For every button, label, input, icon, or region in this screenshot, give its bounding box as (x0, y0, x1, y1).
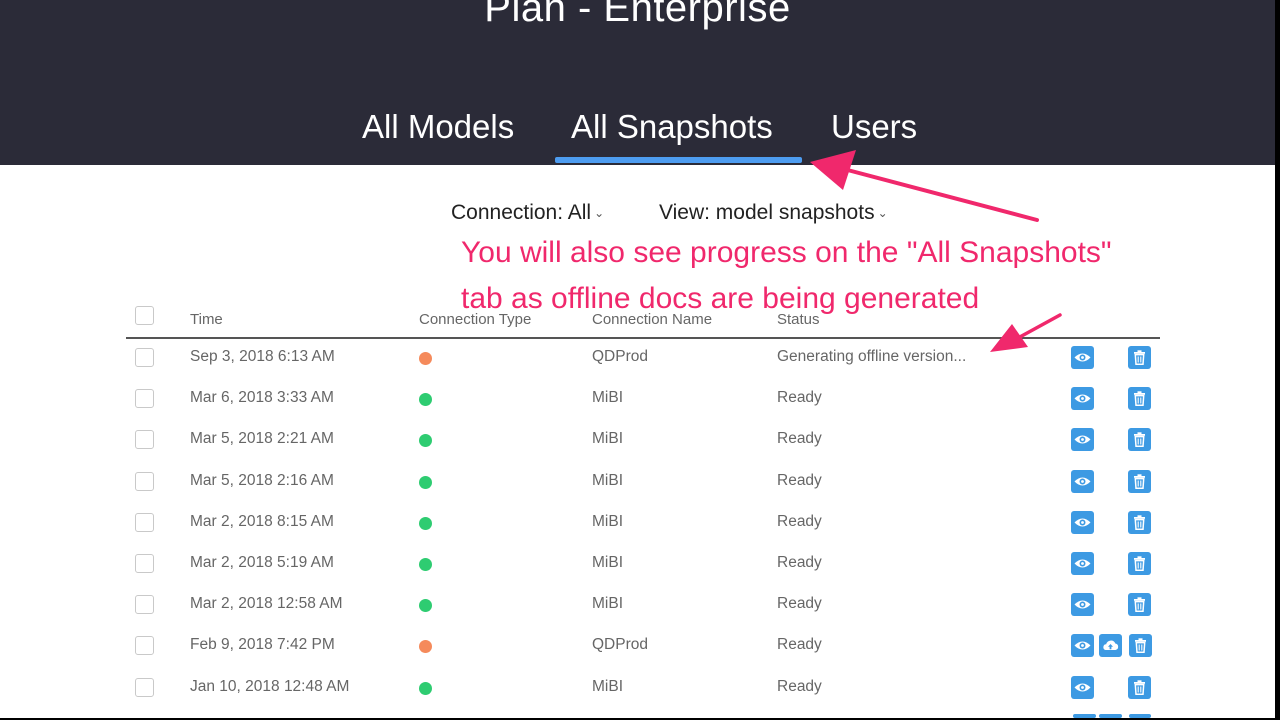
connection-filter-dropdown[interactable]: Connection: All ⌄ (451, 201, 604, 225)
table-row[interactable]: Feb 9, 2018 7:42 PM QDProd Ready (0, 625, 1275, 666)
cloud-upload-button[interactable] (1099, 634, 1122, 657)
connection-type-indicator (419, 640, 432, 653)
snapshot-status: Ready (777, 472, 822, 489)
snapshot-time: Mar 2, 2018 12:58 AM (190, 595, 343, 612)
snapshot-status: Ready (777, 678, 822, 695)
table-row[interactable]: Mar 5, 2018 2:21 AM MiBI Ready (0, 419, 1275, 460)
eye-button[interactable] (1071, 552, 1094, 575)
cloud-upload-button[interactable] (1099, 714, 1122, 718)
row-checkbox[interactable] (135, 595, 154, 614)
connection-name: MiBI (592, 430, 623, 447)
row-checkbox[interactable] (135, 554, 154, 573)
table-row[interactable]: Mar 5, 2018 2:16 AM MiBI Ready (0, 461, 1275, 502)
connection-type-indicator (419, 599, 432, 612)
row-checkbox[interactable] (135, 678, 154, 697)
table-row[interactable]: Jan 10, 2018 12:48 AM MiBI Ready (0, 667, 1275, 708)
trash-button[interactable] (1128, 511, 1151, 534)
eye-button[interactable] (1071, 593, 1094, 616)
connection-type-indicator (419, 393, 432, 406)
page-title: Plan - Enterprise (484, 0, 791, 30)
connection-name: MiBI (592, 554, 623, 571)
connection-type-indicator (419, 682, 432, 695)
connection-filter-label: Connection: All (451, 201, 592, 224)
snapshots-page: Plan - Enterprise All Models All Snapsho… (0, 0, 1275, 718)
annotation-text-line-2: tab as offline docs are being generated (461, 282, 980, 315)
trash-button[interactable] (1128, 387, 1151, 410)
eye-button[interactable] (1071, 676, 1094, 699)
view-filter-dropdown[interactable]: View: model snapshots ⌄ (659, 201, 888, 225)
app-header: Plan - Enterprise All Models All Snapsho… (0, 0, 1275, 165)
snapshot-status: Ready (777, 636, 822, 653)
eye-button[interactable] (1071, 428, 1094, 451)
active-tab-indicator (555, 157, 802, 163)
trash-button[interactable] (1128, 552, 1151, 575)
snapshot-time: Jan 10, 2018 12:48 AM (190, 678, 350, 695)
chevron-down-icon: ⌄ (877, 206, 888, 220)
connection-name: MiBI (592, 389, 623, 406)
table-row[interactable]: Mar 2, 2018 12:58 AM MiBI Ready (0, 584, 1275, 625)
snapshot-status: Ready (777, 513, 822, 530)
row-checkbox[interactable] (135, 389, 154, 408)
connection-type-indicator (419, 476, 432, 489)
row-checkbox[interactable] (135, 430, 154, 449)
snapshot-time: Feb 9, 2018 7:42 PM (190, 636, 335, 653)
trash-button[interactable] (1128, 676, 1151, 699)
select-all-checkbox[interactable] (135, 306, 154, 325)
trash-button[interactable] (1128, 346, 1151, 369)
trash-button[interactable] (1128, 470, 1151, 493)
connection-name: MiBI (592, 595, 623, 612)
row-checkbox[interactable] (135, 348, 154, 367)
row-checkbox[interactable] (135, 513, 154, 532)
annotation-text-line-1: You will also see progress on the "All S… (461, 236, 1112, 269)
chevron-down-icon: ⌄ (594, 206, 605, 220)
row-checkbox[interactable] (135, 472, 154, 491)
snapshot-status: Ready (777, 389, 822, 406)
tab-all-models[interactable]: All Models (362, 108, 514, 146)
snapshot-status: Ready (777, 554, 822, 571)
eye-button[interactable] (1073, 714, 1096, 718)
table-row[interactable]: Mar 2, 2018 5:19 AM MiBI Ready (0, 543, 1275, 584)
connection-type-indicator (419, 434, 432, 447)
snapshot-time: Mar 5, 2018 2:21 AM (190, 430, 334, 447)
table-row[interactable]: Sep 3, 2018 6:13 AM QDProd Generating offl… (0, 337, 1275, 378)
view-filter-label: View: model snapshots (659, 201, 875, 224)
snapshot-time: Mar 5, 2018 2:16 AM (190, 472, 334, 489)
table-row[interactable]: Mar 2, 2018 8:15 AM MiBI Ready (0, 502, 1275, 543)
eye-button[interactable] (1071, 634, 1094, 657)
snapshot-status: Ready (777, 595, 822, 612)
tab-users[interactable]: Users (831, 108, 917, 146)
trash-button[interactable] (1129, 634, 1152, 657)
connection-name: MiBI (592, 678, 623, 695)
snapshot-time: Mar 6, 2018 3:33 AM (190, 389, 334, 406)
eye-button[interactable] (1071, 470, 1094, 493)
connection-name: MiBI (592, 513, 623, 530)
connection-type-indicator (419, 517, 432, 530)
eye-button[interactable] (1071, 346, 1094, 369)
connection-name: QDProd (592, 348, 648, 365)
connection-type-indicator (419, 558, 432, 571)
snapshot-status: Generating offline version... (777, 348, 967, 365)
snapshot-time: Sep 3, 2018 6:13 AM (190, 348, 335, 365)
eye-button[interactable] (1071, 511, 1094, 534)
filter-bar: Connection: All ⌄ View: model snapshots ⌄ (0, 201, 1275, 231)
eye-button[interactable] (1071, 387, 1094, 410)
trash-button[interactable] (1128, 593, 1151, 616)
snapshot-time: Mar 2, 2018 5:19 AM (190, 554, 334, 571)
connection-name: MiBI (592, 472, 623, 489)
table-row[interactable]: Mar 6, 2018 3:33 AM MiBI Ready (0, 378, 1275, 419)
connection-name: QDProd (592, 636, 648, 653)
tab-all-snapshots[interactable]: All Snapshots (571, 108, 773, 146)
row-checkbox[interactable] (135, 636, 154, 655)
screen-edge (1275, 0, 1280, 720)
snapshot-status: Ready (777, 430, 822, 447)
trash-button[interactable] (1128, 428, 1151, 451)
connection-type-indicator (419, 352, 432, 365)
column-header-time[interactable]: Time (190, 311, 223, 328)
trash-button[interactable] (1129, 714, 1151, 718)
snapshot-time: Mar 2, 2018 8:15 AM (190, 513, 334, 530)
